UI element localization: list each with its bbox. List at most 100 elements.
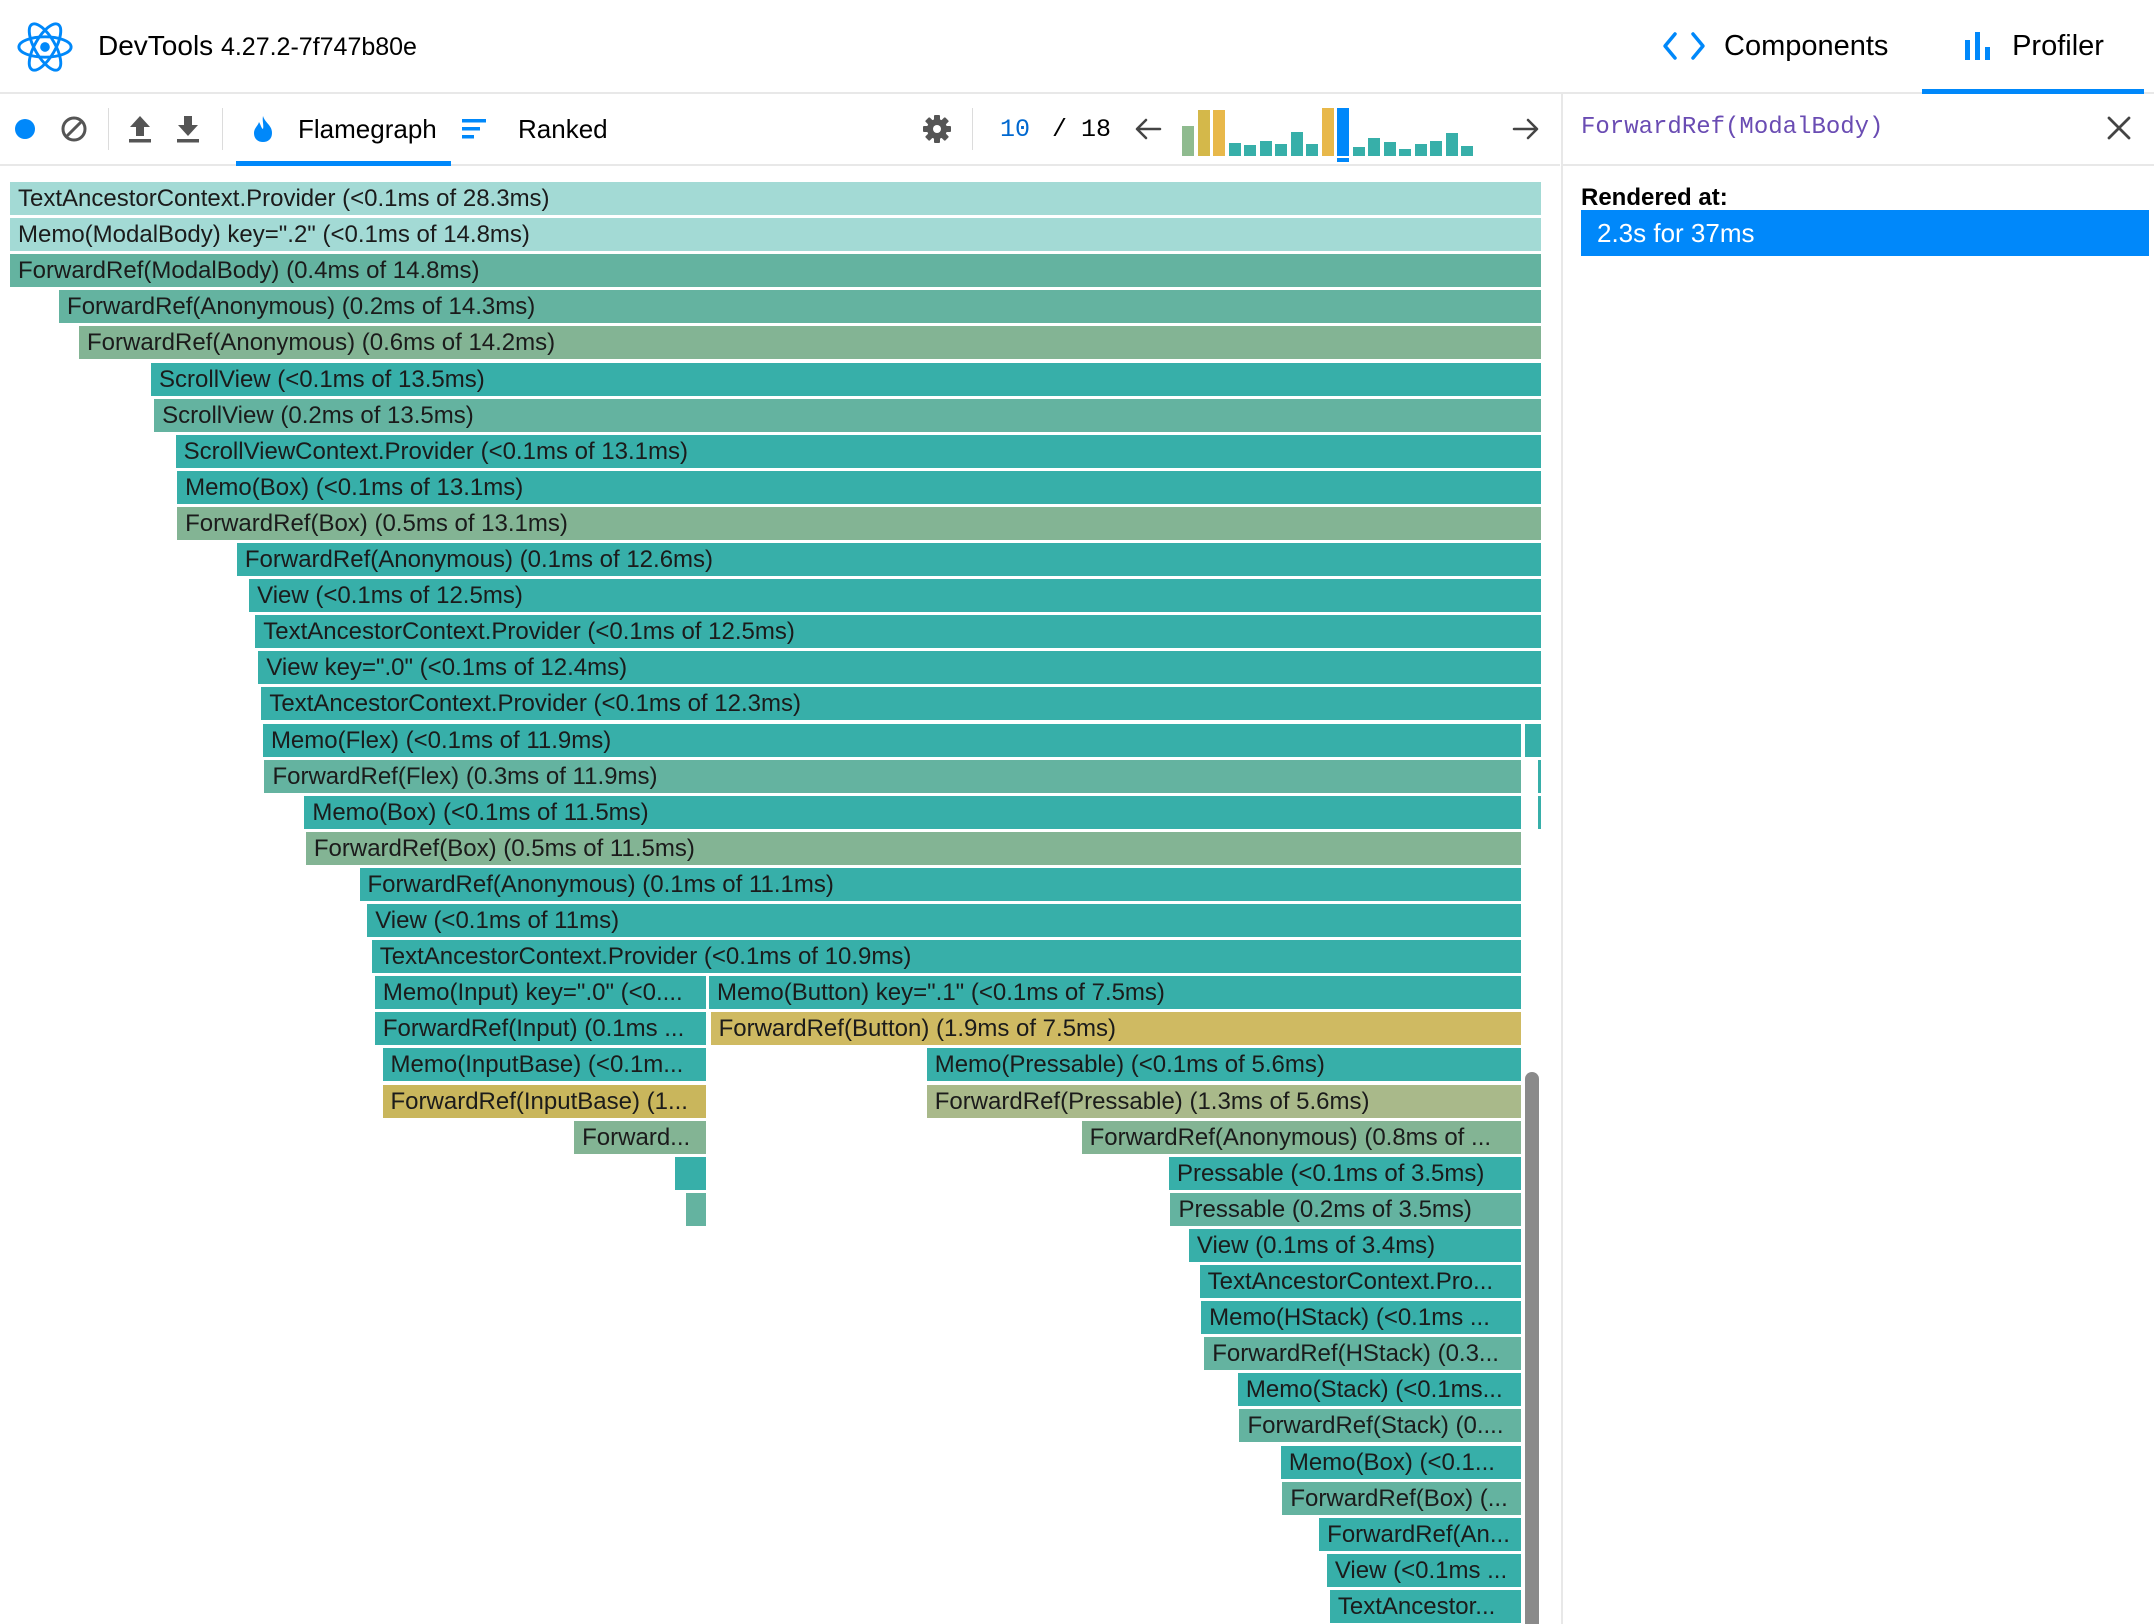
- flamegraph-node[interactable]: Memo(Flex) (<0.1ms of 11.9ms): [262, 723, 1522, 757]
- flamegraph-node[interactable]: ForwardRef(Box) (...: [1282, 1481, 1522, 1515]
- tab-flamegraph-label: Flamegraph: [298, 113, 437, 144]
- commit-bar[interactable]: [1259, 141, 1272, 156]
- next-commit-button[interactable]: [1512, 94, 1540, 164]
- commit-bar[interactable]: [1213, 110, 1225, 156]
- flamegraph-node[interactable]: ForwardRef(Anonymous) (0.1ms of 11.1ms): [359, 867, 1522, 901]
- commit-total: 18: [1081, 114, 1112, 144]
- flamegraph-node[interactable]: ForwardRef(Flex) (0.3ms of 11.9ms): [264, 759, 1522, 793]
- commit-bar[interactable]: [1352, 147, 1365, 156]
- flamegraph-node[interactable]: ForwardRef(Input) (0.1ms ...: [374, 1012, 706, 1046]
- tab-ranked-label: Ranked: [518, 113, 608, 144]
- clear-button[interactable]: [60, 94, 88, 164]
- flamegraph-node[interactable]: Forward...: [574, 1120, 706, 1154]
- flamegraph-node[interactable]: TextAncestorContext.Provider (<0.1ms of …: [371, 940, 1522, 974]
- flamegraph-node[interactable]: ForwardRef(Button) (1.9ms of 7.5ms): [710, 1012, 1522, 1046]
- rendered-at-label: Rendered at:: [1581, 184, 1728, 211]
- commit-bar[interactable]: [1182, 126, 1194, 156]
- flamegraph-node[interactable]: [1538, 759, 1542, 793]
- commit-bar[interactable]: [1368, 138, 1380, 156]
- tab-components[interactable]: Components: [1662, 0, 1888, 92]
- flamegraph-node[interactable]: ScrollView (0.2ms of 13.5ms): [154, 398, 1541, 432]
- close-icon[interactable]: [2103, 112, 2135, 144]
- download-icon: [177, 116, 199, 143]
- bar-chart-icon: [1965, 32, 1991, 60]
- commit-bar[interactable]: [1399, 149, 1411, 156]
- flamegraph-node[interactable]: TextAncestorContext.Pro...: [1199, 1265, 1522, 1298]
- toolbar-divider: [222, 108, 223, 150]
- commit-bar[interactable]: [1290, 132, 1303, 156]
- flamegraph-node[interactable]: View key=".0" (<0.1ms of 12.4ms): [258, 651, 1541, 685]
- commit-bar[interactable]: [1228, 143, 1241, 156]
- commit-selector-chart[interactable]: [1180, 104, 1490, 162]
- load-profile-button[interactable]: [126, 94, 154, 164]
- flamegraph-node[interactable]: [1524, 723, 1541, 757]
- flamegraph-node[interactable]: Memo(InputBase) (<0.1m...: [382, 1048, 706, 1082]
- flamegraph-node[interactable]: [675, 1156, 706, 1190]
- toolbar-divider: [108, 108, 109, 150]
- flamegraph-node[interactable]: View (<0.1ms of 12.5ms): [249, 579, 1541, 613]
- flamegraph-node[interactable]: ScrollView (<0.1ms of 13.5ms): [151, 362, 1541, 396]
- commit-bar[interactable]: [1197, 110, 1210, 156]
- save-profile-button[interactable]: [174, 94, 202, 164]
- flamegraph-node[interactable]: ForwardRef(Anonymous) (0.1ms of 12.6ms): [236, 543, 1541, 576]
- record-button[interactable]: [14, 94, 36, 164]
- flamegraph-scrollbar[interactable]: [1525, 1072, 1539, 1624]
- flamegraph-node[interactable]: ForwardRef(Anonymous) (0.6ms of 14.2ms): [78, 326, 1541, 360]
- tab-flamegraph[interactable]: Flamegraph: [236, 94, 451, 166]
- flamegraph-node[interactable]: View (<0.1ms ...: [1326, 1553, 1522, 1587]
- flamegraph-node[interactable]: TextAncestorContext.Provider (<0.1ms of …: [255, 615, 1541, 649]
- upload-icon: [129, 116, 151, 143]
- commit-bar[interactable]: [1445, 133, 1458, 156]
- profiler-settings-button[interactable]: [922, 94, 952, 164]
- flamegraph-node[interactable]: TextAncestorContext.Provider (<0.1ms of …: [261, 687, 1541, 721]
- flamegraph-node[interactable]: Memo(Box) (<0.1ms of 11.5ms): [304, 795, 1522, 829]
- flamegraph-node[interactable]: ForwardRef(HStack) (0.3...: [1204, 1337, 1522, 1371]
- flamegraph-node[interactable]: ScrollViewContext.Provider (<0.1ms of 13…: [175, 434, 1541, 468]
- flamegraph-node[interactable]: TextAncestor...: [1329, 1589, 1522, 1623]
- commit-bar[interactable]: [1244, 145, 1256, 156]
- flamegraph-chart: TextAncestorContext.Provider (<0.1ms of …: [0, 166, 1560, 1624]
- flamegraph-node[interactable]: Memo(Input) key=".0" (<0....: [374, 976, 706, 1010]
- flamegraph-node[interactable]: Memo(Stack) (<0.1ms...: [1237, 1373, 1522, 1407]
- flamegraph-node[interactable]: ForwardRef(InputBase) (1...: [382, 1084, 706, 1118]
- flamegraph-node[interactable]: Memo(Pressable) (<0.1ms of 5.6ms): [926, 1048, 1522, 1082]
- flamegraph-node[interactable]: [1538, 795, 1542, 829]
- commit-bar[interactable]: [1461, 146, 1473, 156]
- render-entry[interactable]: 2.3s for 37ms: [1581, 210, 2149, 256]
- flamegraph-node[interactable]: Memo(ModalBody) key=".2" (<0.1ms of 14.8…: [10, 218, 1541, 252]
- flamegraph-node[interactable]: Memo(Button) key=".1" (<0.1ms of 7.5ms): [709, 976, 1522, 1010]
- commit-bar[interactable]: [1430, 141, 1442, 156]
- flamegraph-node[interactable]: ForwardRef(An...: [1319, 1517, 1522, 1551]
- flamegraph-node[interactable]: ForwardRef(Anonymous) (0.8ms of ...: [1081, 1120, 1522, 1154]
- selected-component-name: ForwardRef(ModalBody): [1581, 114, 1884, 141]
- commit-bar[interactable]: [1275, 144, 1287, 156]
- tab-ranked[interactable]: Ranked: [460, 94, 608, 164]
- flamegraph-node[interactable]: ForwardRef(Pressable) (1.3ms of 5.6ms): [926, 1084, 1522, 1118]
- commit-bar[interactable]: [1414, 144, 1427, 156]
- commit-bar[interactable]: [1306, 144, 1318, 156]
- flamegraph-node[interactable]: Pressable (0.2ms of 3.5ms): [1170, 1192, 1522, 1226]
- flamegraph-node[interactable]: ForwardRef(Anonymous) (0.2ms of 14.3ms): [59, 290, 1541, 324]
- flamegraph-node[interactable]: ForwardRef(Box) (0.5ms of 11.5ms): [305, 831, 1522, 865]
- ranked-icon: [462, 119, 486, 139]
- commit-bar[interactable]: [1321, 108, 1334, 156]
- commit-bar-selected[interactable]: [1337, 108, 1349, 156]
- flamegraph-node[interactable]: ForwardRef(Stack) (0....: [1239, 1409, 1522, 1443]
- tab-profiler[interactable]: Profiler: [1922, 0, 2144, 94]
- flamegraph-node[interactable]: ForwardRef(ModalBody) (0.4ms of 14.8ms): [10, 254, 1541, 288]
- flamegraph-node[interactable]: Pressable (<0.1ms of 3.5ms): [1168, 1156, 1522, 1190]
- flamegraph-node[interactable]: [686, 1192, 706, 1226]
- tab-components-label: Components: [1724, 29, 1889, 62]
- flamegraph-node[interactable]: Memo(HStack) (<0.1ms ...: [1201, 1301, 1522, 1335]
- previous-commit-button[interactable]: [1134, 94, 1162, 164]
- flamegraph-node[interactable]: View (0.1ms of 3.4ms): [1188, 1228, 1522, 1262]
- flamegraph-node[interactable]: Memo(Box) (<0.1...: [1280, 1445, 1522, 1479]
- flamegraph-node[interactable]: ForwardRef(Box) (0.5ms of 13.1ms): [177, 506, 1541, 540]
- arrow-right-icon: [1512, 118, 1539, 140]
- gear-icon: [923, 115, 951, 143]
- flamegraph-node[interactable]: View (<0.1ms of 11ms): [367, 904, 1522, 937]
- flamegraph-node[interactable]: Memo(Box) (<0.1ms of 13.1ms): [177, 470, 1541, 504]
- clear-icon: [61, 116, 87, 142]
- flamegraph-node[interactable]: TextAncestorContext.Provider (<0.1ms of …: [10, 182, 1541, 215]
- commit-bar[interactable]: [1383, 142, 1396, 156]
